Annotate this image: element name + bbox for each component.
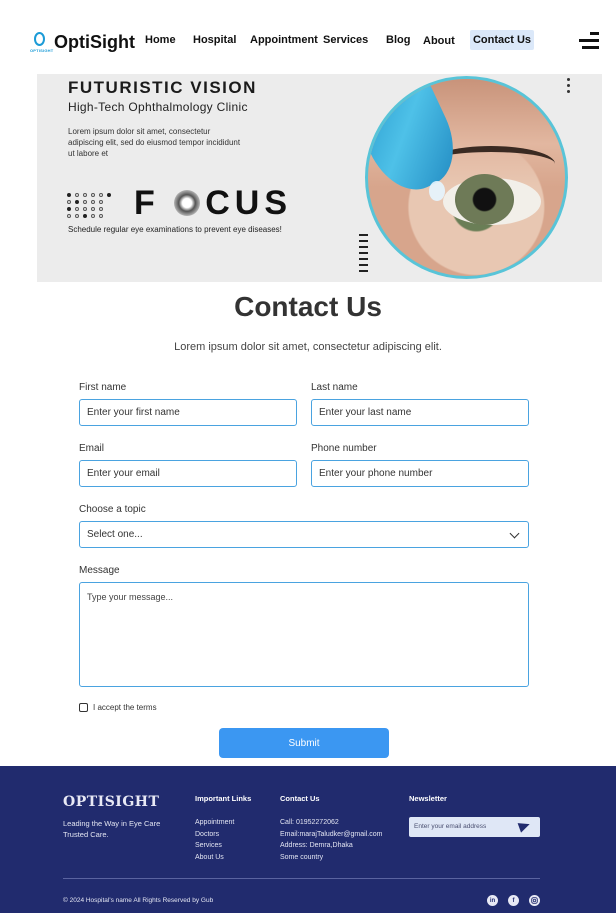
- footer-country: Some country: [280, 853, 324, 861]
- footer-brand: OPTISIGHT: [63, 794, 160, 810]
- nav-services[interactable]: Services: [323, 34, 368, 46]
- last-name-label: Last name: [311, 382, 358, 393]
- eye-drop-photo: [365, 76, 568, 279]
- hero-subtitle: High-Tech Ophthalmology Clinic: [68, 100, 248, 114]
- nav-about[interactable]: About: [423, 35, 455, 47]
- hero-title: FUTURISTIC VISION: [68, 78, 257, 97]
- dots-decoration: [567, 78, 570, 96]
- message-label: Message: [79, 565, 120, 576]
- terms-checkbox[interactable]: [79, 703, 88, 712]
- brand-logo[interactable]: OPTISIGHT OptiSight: [30, 30, 135, 54]
- nav-contact-us-button[interactable]: Contact Us: [470, 30, 534, 50]
- important-links-list: Appointment Doctors Services About Us: [195, 817, 234, 863]
- email-field[interactable]: Enter your email: [79, 460, 297, 487]
- newsletter-placeholder: Enter your email address: [414, 823, 487, 830]
- terms-label[interactable]: I accept the terms: [93, 703, 157, 712]
- top-navbar: OPTISIGHT OptiSight Home Hospital Appoin…: [0, 0, 616, 74]
- nav-appointment[interactable]: Appointment: [250, 34, 318, 46]
- email-label: Email: [79, 443, 105, 454]
- footer-address: Address: Demra,Dhaka: [280, 842, 353, 849]
- copyright-text: © 2024 Hospital's name All Rights Reserv…: [63, 897, 214, 904]
- newsletter-heading: Newsletter: [409, 794, 447, 803]
- submit-button[interactable]: Submit: [219, 728, 389, 758]
- phone-field[interactable]: Enter your phone number: [311, 460, 529, 487]
- footer-link-doctors[interactable]: Doctors: [195, 829, 234, 841]
- brand-name: OptiSight: [54, 32, 135, 52]
- important-links-heading: Important Links: [195, 794, 252, 803]
- footer-link-services[interactable]: Services: [195, 840, 234, 852]
- first-name-field[interactable]: Enter your first name: [79, 399, 297, 426]
- contact-title: Contact Us: [234, 291, 382, 322]
- footer-contact-heading: Contact Us: [280, 794, 320, 803]
- phone-label: Phone number: [311, 443, 377, 454]
- topic-label: Choose a topic: [79, 504, 146, 515]
- linkedin-icon[interactable]: in: [487, 895, 498, 906]
- footer-email[interactable]: Email:marajTaludker@gmail.com: [280, 829, 382, 841]
- footer-link-about-us[interactable]: About Us: [195, 852, 234, 864]
- footer-divider: [63, 878, 540, 879]
- last-name-field[interactable]: Enter your last name: [311, 399, 529, 426]
- logo-icon: OPTISIGHT: [30, 30, 53, 54]
- footer: OPTISIGHT Leading the Way in Eye Care Tr…: [0, 766, 616, 913]
- footer-phone: Call: 01952272062: [280, 819, 339, 826]
- topic-select-value: Select one...: [87, 529, 143, 540]
- hamburger-menu-icon[interactable]: [579, 32, 599, 50]
- nav-home[interactable]: Home: [145, 34, 176, 46]
- contact-subtitle: Lorem ipsum dolor sit amet, consectetur …: [174, 341, 442, 353]
- nav-hospital[interactable]: Hospital: [193, 34, 236, 46]
- footer-tagline: Leading the Way in Eye Care Trusted Care…: [63, 819, 161, 839]
- message-textarea[interactable]: Type your message...: [79, 582, 529, 687]
- hero-description: Lorem ipsum dolor sit amet, consectetur …: [68, 127, 241, 158]
- topic-select[interactable]: Select one...: [79, 521, 529, 548]
- footer-contact-list: Call: 01952272062 Email:marajTaludker@gm…: [280, 817, 382, 863]
- hero-tagline: Schedule regular eye examinations to pre…: [68, 225, 282, 234]
- focus-headline: F CUS: [134, 184, 293, 222]
- send-icon[interactable]: [517, 819, 532, 833]
- facebook-icon[interactable]: f: [508, 895, 519, 906]
- nav-blog[interactable]: Blog: [386, 34, 410, 46]
- newsletter-input[interactable]: Enter your email address: [409, 817, 540, 837]
- instagram-icon[interactable]: [529, 895, 540, 906]
- blurred-o-icon: [174, 190, 201, 216]
- hero-banner: FUTURISTIC VISION High-Tech Ophthalmolog…: [37, 74, 602, 282]
- first-name-label: First name: [79, 382, 127, 393]
- footer-link-appointment[interactable]: Appointment: [195, 817, 234, 829]
- chevron-down-icon: [509, 528, 520, 539]
